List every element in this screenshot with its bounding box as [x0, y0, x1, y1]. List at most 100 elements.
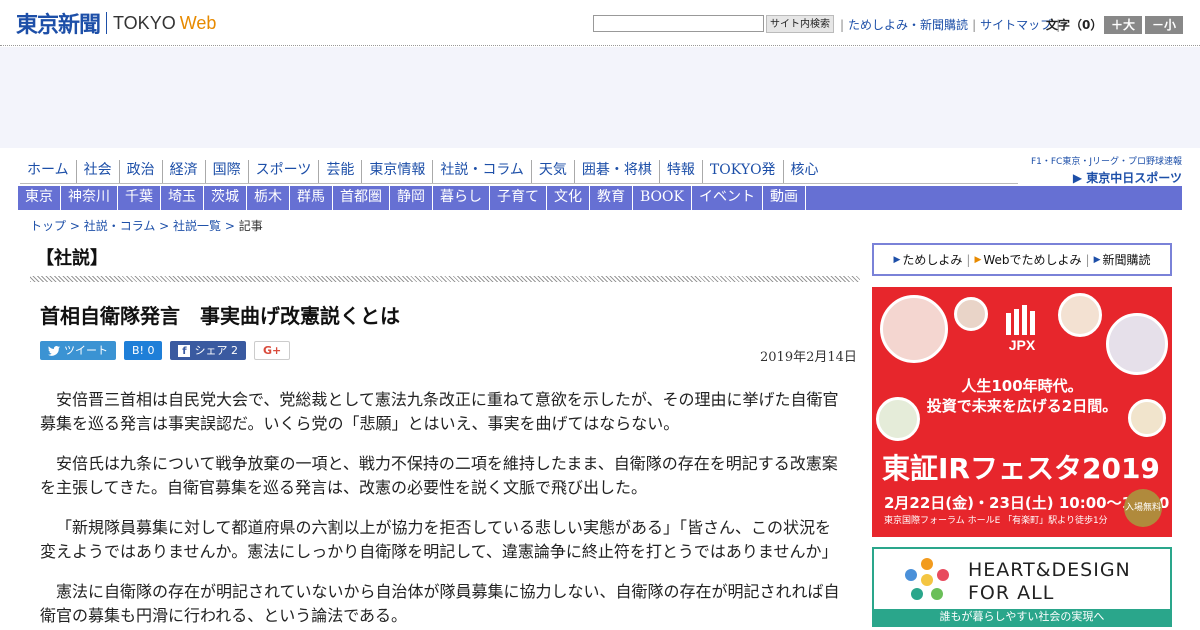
article-paragraph: 安倍氏は九条について戦争放棄の一項と、戦力不保持の二項を維持したまま、自衛隊の存… — [40, 454, 838, 497]
link-separator: | — [966, 252, 971, 267]
logo-english: TOKYO — [113, 12, 176, 33]
search-input[interactable] — [593, 15, 764, 32]
breadcrumb-current: 記事 — [238, 219, 263, 233]
font-smaller-button[interactable]: －小 — [1145, 16, 1183, 34]
article-body: 安倍晋三首相は自民党大会で、党総裁として憲法九条改正に重ねて意欲を示したが、その… — [40, 388, 842, 630]
nav-item-society[interactable]: 社会 — [77, 160, 120, 184]
facebook-share-button[interactable]: f シェア 2 — [170, 341, 246, 360]
nav-item-weather[interactable]: 天気 — [532, 160, 575, 184]
article-paragraph: 「新規隊員募集に対して都道府県の六割以上が協力を拒否している悲しい実態がある」「… — [40, 518, 838, 561]
header-link-subscribe[interactable]: ためしよみ・新聞購読 — [848, 16, 968, 33]
share-buttons: ツイート B! 0 f シェア 2 G+ — [40, 341, 298, 360]
nav-item-tokyo-info[interactable]: 東京情報 — [362, 160, 434, 184]
breadcrumb-editorial[interactable]: 社説・コラム — [84, 219, 156, 233]
region-item-saitama[interactable]: 埼玉 — [161, 186, 204, 210]
nav-item-igo-shogi[interactable]: 囲碁・将棋 — [575, 160, 660, 184]
region-item-kanagawa[interactable]: 神奈川 — [61, 186, 118, 210]
search-button[interactable]: サイト内検索 — [766, 15, 834, 33]
jpx-ad-festa: 東証IRフェスタ2019 — [882, 452, 1160, 485]
tweet-button[interactable]: ツイート — [40, 341, 116, 360]
jpx-ir-festa-ad[interactable]: JPX 人生100年時代。 投資で未来を広げる2日間。 東証IRフェスタ2019… — [872, 287, 1172, 537]
region-item-book[interactable]: BOOK — [633, 186, 692, 210]
chunichi-sports-link[interactable]: F1・FC東京・Jリーグ・プロ野球速報 ▶ 東京中日スポーツ — [1024, 154, 1182, 185]
hatena-bookmark-button[interactable]: B! 0 — [124, 341, 163, 360]
region-item-ibaraki[interactable]: 茨城 — [204, 186, 247, 210]
jpx-ad-venue: 東京国際フォーラム ホールE 「有楽町」駅より徒歩1分 — [884, 516, 1108, 526]
nav-item-tokuho[interactable]: 特報 — [660, 160, 703, 184]
nav-divider — [20, 183, 1018, 184]
chunichi-title: ▶ 東京中日スポーツ — [1072, 171, 1182, 185]
heart-ad-tagline: 誰もが暮らしやすい社会の実現へ — [874, 609, 1170, 625]
region-item-shizuoka[interactable]: 静岡 — [390, 186, 433, 210]
site-logo[interactable]: 東京新聞 TOKYO Web — [16, 8, 216, 38]
region-item-education[interactable]: 教育 — [590, 186, 633, 210]
person-photo — [1058, 293, 1102, 337]
breadcrumb-list[interactable]: 社説一覧 — [173, 219, 221, 233]
breadcrumb-top[interactable]: トップ — [30, 219, 66, 233]
nav-item-economy[interactable]: 経済 — [163, 160, 206, 184]
tweet-label: ツイート — [64, 344, 108, 357]
subscribe-link[interactable]: 新聞購読 — [1103, 251, 1151, 268]
heart-ad-line1: HEART&DESIGN — [968, 559, 1131, 581]
region-item-culture[interactable]: 文化 — [547, 186, 590, 210]
heart-ad-line2: FOR ALL — [968, 582, 1055, 604]
region-item-tochigi[interactable]: 栃木 — [247, 186, 290, 210]
font-bigger-button[interactable]: ＋大 — [1104, 16, 1142, 34]
triangle-right-icon: ▶ — [974, 254, 982, 265]
article-paragraph: 安倍晋三首相は自民党大会で、党総裁として憲法九条改正に重ねて意欲を示したが、その… — [40, 390, 839, 433]
nav-item-kakushin[interactable]: 核心 — [784, 160, 826, 184]
nav-item-international[interactable]: 国際 — [206, 160, 249, 184]
region-item-video[interactable]: 動画 — [763, 186, 806, 210]
article-paragraph: 憲法に自衛隊の存在が明記されていないから自治体が隊員募集に協力しない、自衛隊の存… — [40, 582, 840, 625]
person-photo — [880, 295, 948, 363]
person-photo — [1106, 313, 1168, 375]
breadcrumb: トップ > 社説・コラム > 社説一覧 > 記事 — [30, 219, 263, 233]
region-item-parenting[interactable]: 子育て — [490, 186, 547, 210]
section-label: 【社説】 — [36, 248, 108, 269]
google-plus-label: G+ — [262, 344, 282, 357]
logo-japanese: 東京新聞 — [16, 13, 101, 38]
nav-item-home[interactable]: ホーム — [20, 160, 77, 184]
header-link-sitemap[interactable]: サイトマップ — [980, 16, 1052, 33]
region-item-tokyo[interactable]: 東京 — [18, 186, 61, 210]
region-item-chiba[interactable]: 千葉 — [118, 186, 161, 210]
google-plus-button[interactable]: G+ — [253, 341, 291, 360]
hatena-label: B! 0 — [132, 344, 155, 357]
region-item-gunma[interactable]: 群馬 — [290, 186, 333, 210]
site-header: 東京新聞 TOKYO Web サイト内検索 | ためしよみ・新聞購読 | サイト… — [0, 0, 1200, 46]
nav-item-entertainment[interactable]: 芸能 — [319, 160, 363, 184]
main-nav: ホーム 社会 政治 経済 国際 スポーツ 芸能 東京情報 社説・コラム 天気 囲… — [20, 160, 826, 184]
heart-design-logo-icon — [905, 558, 949, 600]
jpx-ad-free-badge: 入場無料 — [1124, 489, 1162, 527]
region-item-shutoken[interactable]: 首都圏 — [333, 186, 390, 210]
header-links: | ためしよみ・新聞購読 | サイトマップ | — [836, 16, 1064, 33]
jpx-logo-mark — [1006, 305, 1035, 335]
region-item-living[interactable]: 暮らし — [433, 186, 490, 210]
subscription-links-box: ▶ ためしよみ | ▶ Webでためしよみ | ▶ 新聞購読 — [872, 243, 1172, 276]
triangle-right-icon: ▶ — [1093, 254, 1101, 265]
region-nav: 東京 神奈川 千葉 埼玉 茨城 栃木 群馬 首都圏 静岡 暮らし 子育て 文化 … — [18, 186, 1182, 210]
chunichi-subtitle: F1・FC東京・Jリーグ・プロ野球速報 — [1030, 157, 1182, 167]
logo-divider — [106, 12, 108, 34]
jpx-logo: JPX — [996, 305, 1048, 357]
jpx-ad-line2: 投資で未来を広げる2日間。 — [926, 397, 1118, 415]
triangle-right-icon: ▶ — [893, 254, 901, 265]
heart-design-ad[interactable]: HEART&DESIGN FOR ALL 誰もが暮らしやすい社会の実現へ — [872, 547, 1172, 627]
facebook-icon: f — [178, 344, 191, 357]
nav-item-sports[interactable]: スポーツ — [249, 160, 320, 184]
region-item-event[interactable]: イベント — [692, 186, 763, 210]
nav-item-editorial[interactable]: 社説・コラム — [433, 160, 532, 184]
person-photo — [954, 297, 988, 331]
trial-link[interactable]: ためしよみ — [902, 251, 962, 268]
nav-item-tokyo-hatsu[interactable]: TOKYO発 — [703, 160, 784, 184]
font-size-label: 文字（0） — [1046, 18, 1103, 32]
nav-item-politics[interactable]: 政治 — [120, 160, 163, 184]
section-divider — [30, 276, 860, 282]
link-separator: | — [972, 17, 977, 32]
jpx-ad-line1: 人生100年時代。 — [961, 377, 1083, 395]
web-trial-link[interactable]: Webでためしよみ — [983, 251, 1081, 268]
twitter-icon — [48, 345, 60, 356]
logo-web: Web — [179, 12, 217, 33]
top-ad-area — [0, 47, 1200, 148]
article-date: 2019年2月14日 — [760, 350, 857, 365]
